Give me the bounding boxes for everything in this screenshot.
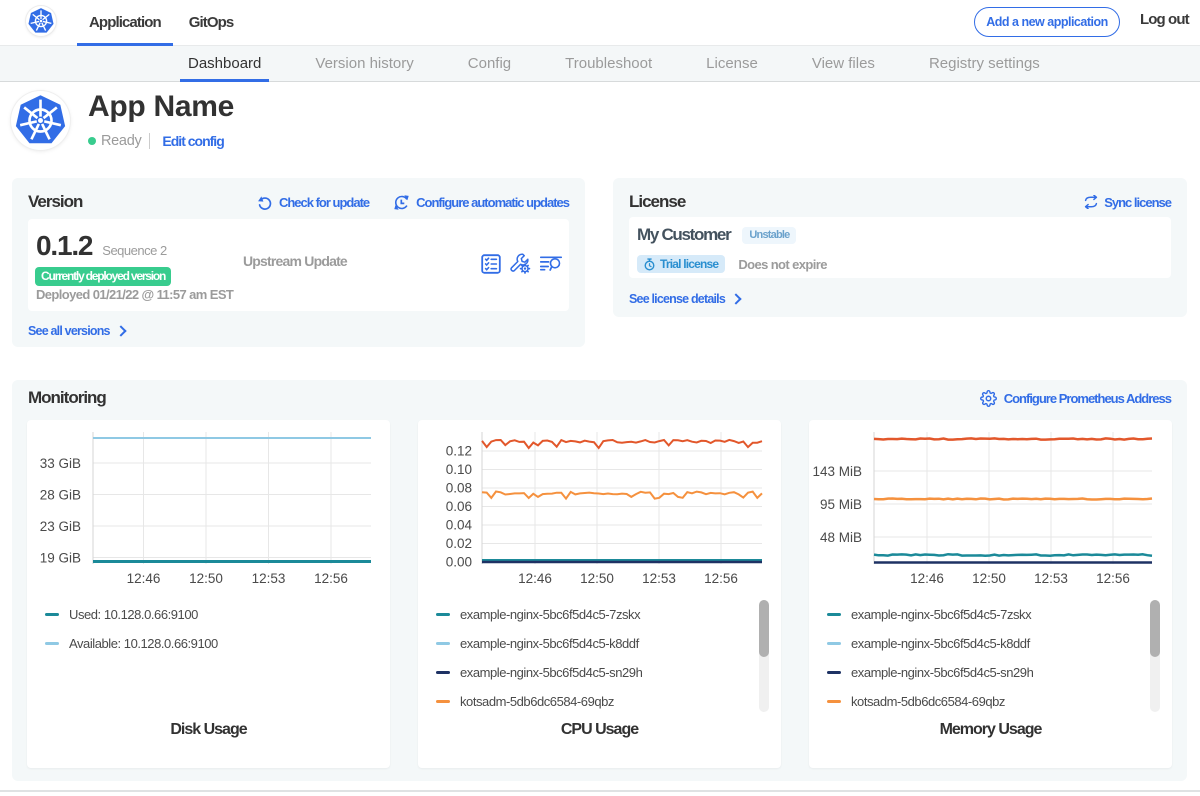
- svg-text:12:50: 12:50: [580, 571, 614, 586]
- svg-text:0.12: 0.12: [446, 444, 472, 459]
- svg-text:12:53: 12:53: [1034, 571, 1068, 586]
- svg-text:19 GiB: 19 GiB: [40, 551, 81, 566]
- svg-text:12:46: 12:46: [910, 571, 944, 586]
- svg-text:28 GiB: 28 GiB: [40, 488, 81, 503]
- svg-text:23 GiB: 23 GiB: [40, 519, 81, 534]
- svg-text:12:53: 12:53: [642, 571, 676, 586]
- svg-text:12:50: 12:50: [972, 571, 1006, 586]
- svg-text:0.00: 0.00: [446, 555, 472, 570]
- svg-text:95 MiB: 95 MiB: [820, 497, 862, 512]
- svg-text:12:53: 12:53: [252, 571, 286, 586]
- svg-text:0.02: 0.02: [446, 536, 472, 551]
- svg-text:12:46: 12:46: [127, 571, 161, 586]
- svg-text:12:46: 12:46: [518, 571, 552, 586]
- svg-text:0.08: 0.08: [446, 481, 472, 496]
- svg-text:12:56: 12:56: [314, 571, 348, 586]
- svg-text:48 MiB: 48 MiB: [820, 530, 862, 545]
- svg-text:33 GiB: 33 GiB: [40, 456, 81, 471]
- svg-text:143 MiB: 143 MiB: [812, 464, 862, 479]
- svg-text:12:56: 12:56: [704, 571, 738, 586]
- svg-text:12:50: 12:50: [189, 571, 223, 586]
- svg-text:0.10: 0.10: [446, 462, 472, 477]
- svg-text:0.06: 0.06: [446, 499, 472, 514]
- svg-text:12:56: 12:56: [1096, 571, 1130, 586]
- svg-text:0.04: 0.04: [446, 518, 473, 533]
